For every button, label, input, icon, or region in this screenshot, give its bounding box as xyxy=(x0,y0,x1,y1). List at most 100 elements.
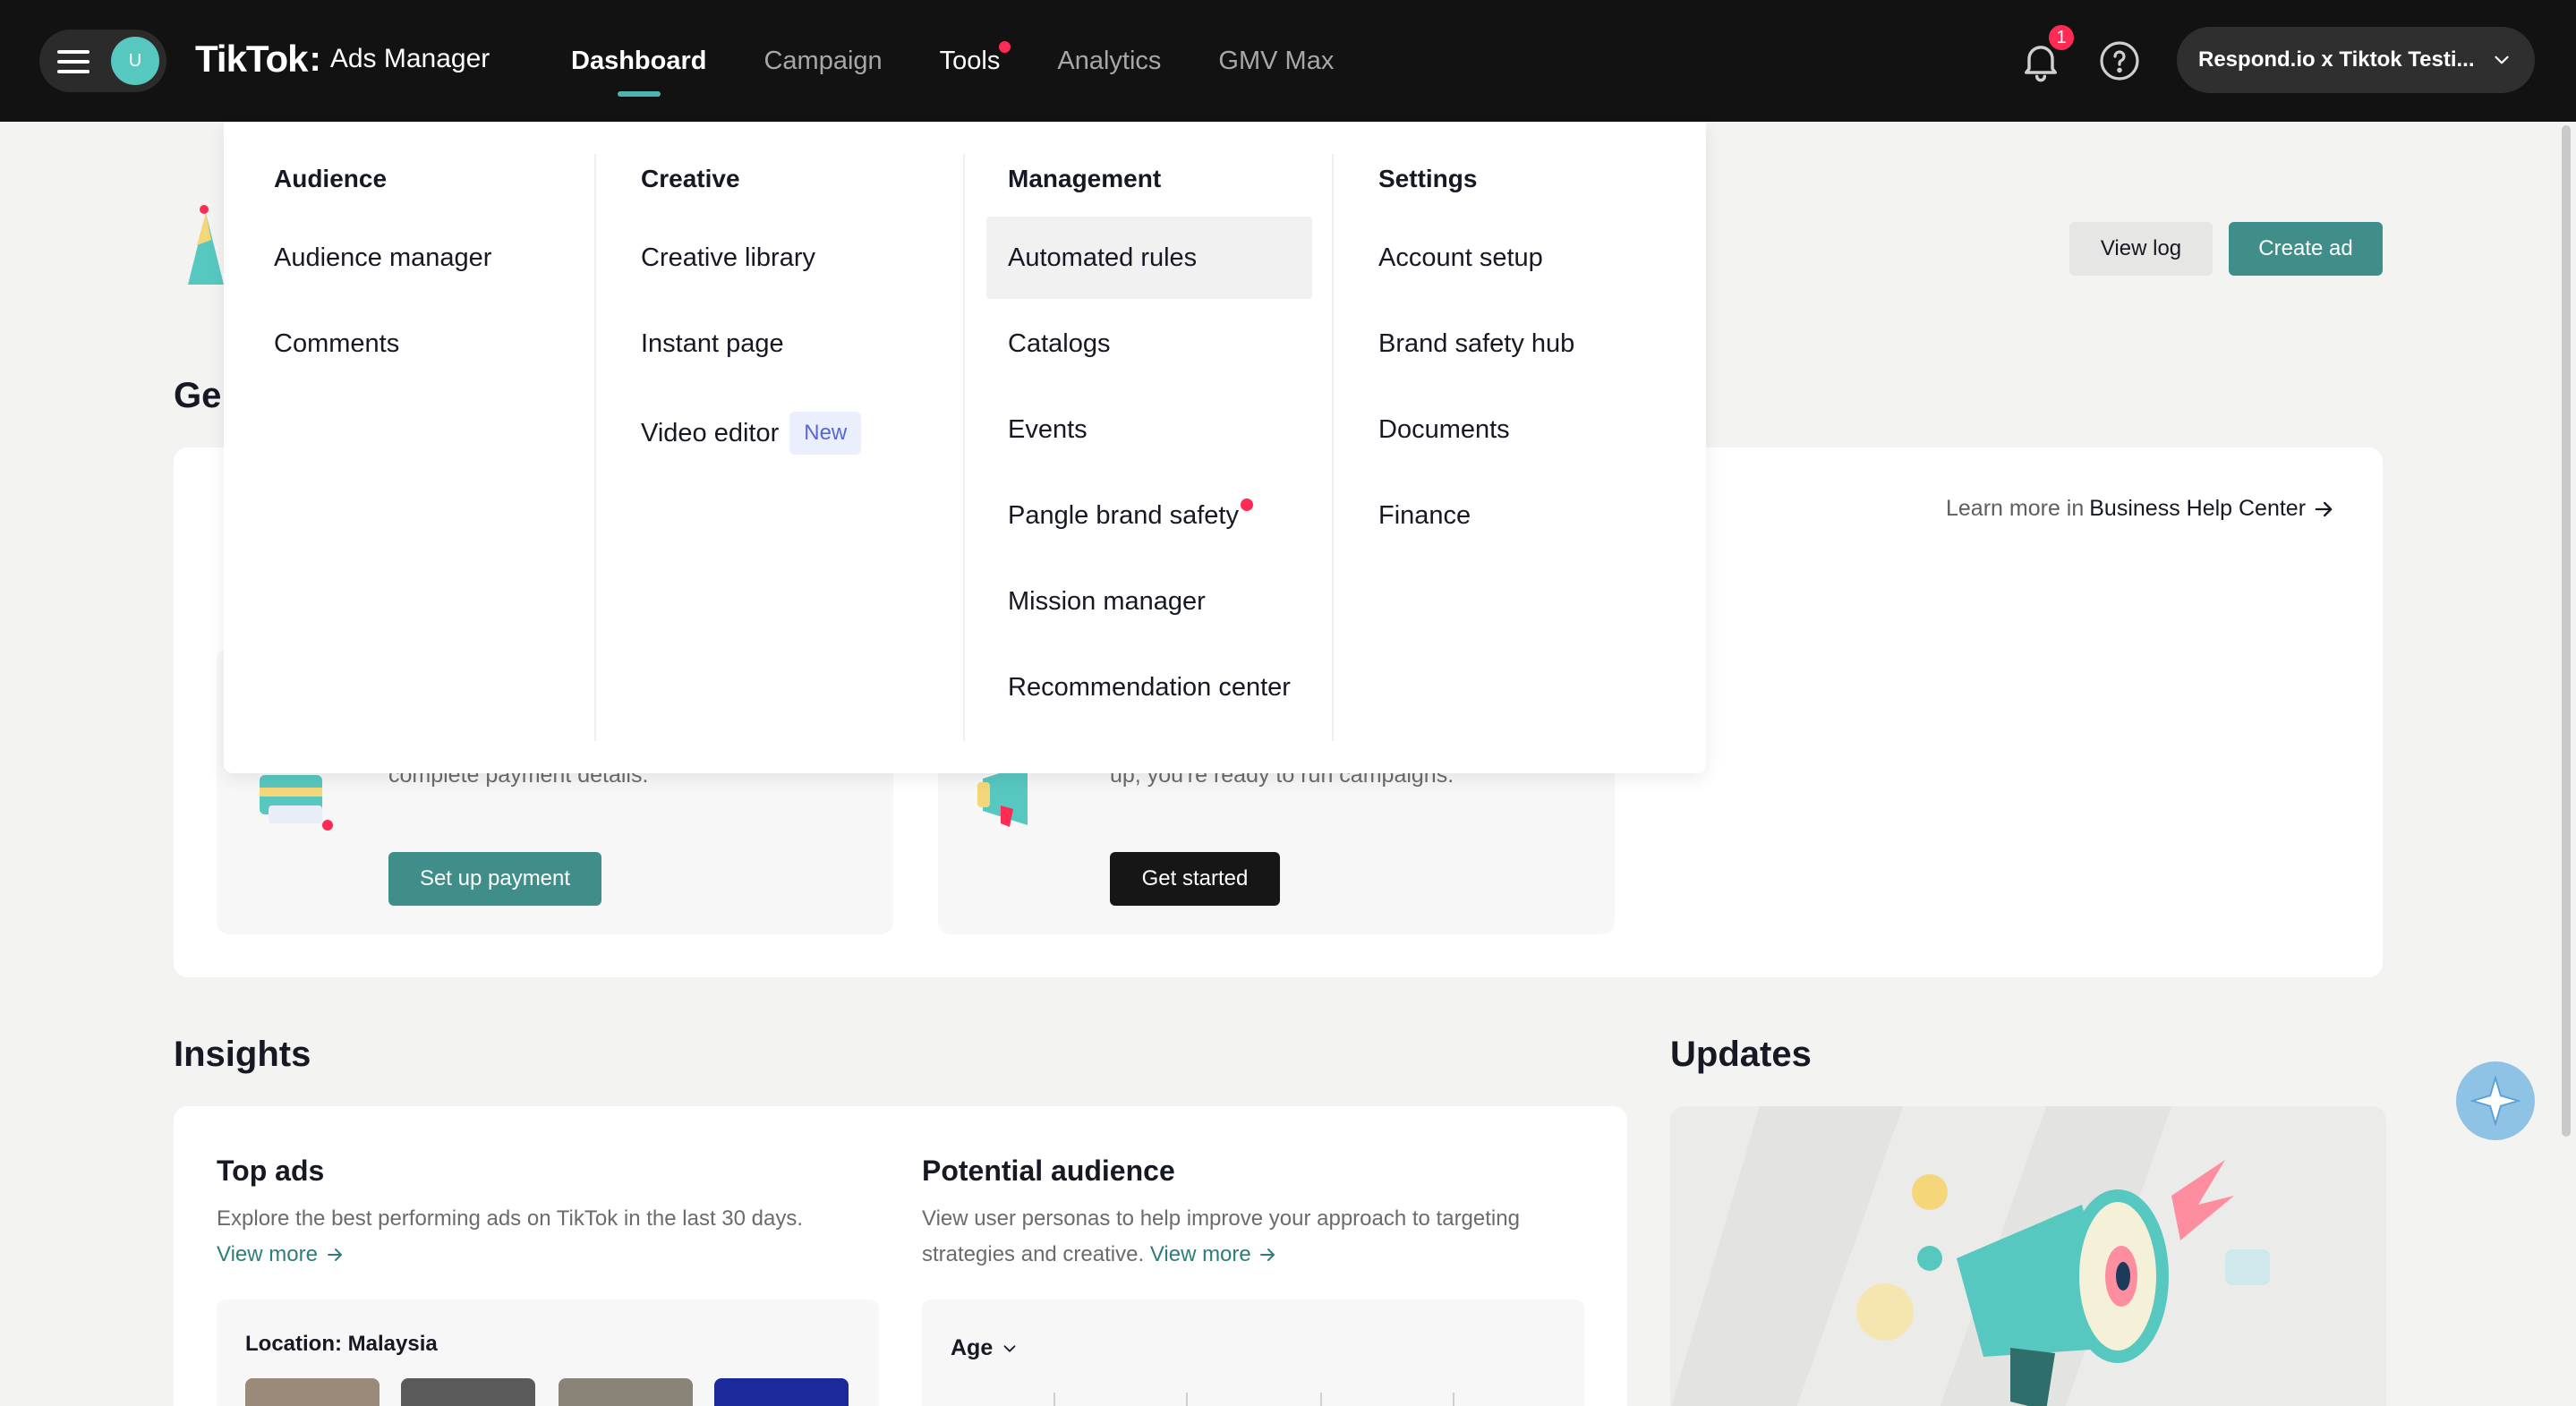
tiktok-ads-manager-logo[interactable]: TikTok : Ads Manager xyxy=(195,34,490,84)
menu-item-label: Finance xyxy=(1378,500,1471,530)
potential-audience-view-more-label: View more xyxy=(1149,1242,1251,1266)
menu-item-label: Comments xyxy=(274,328,400,358)
potential-audience-panel xyxy=(922,1299,1584,1406)
settings-section-heading: Settings xyxy=(1378,165,1478,192)
business-help-center-link[interactable]: Business Help Center xyxy=(2089,496,2306,522)
updates-card[interactable] xyxy=(1670,1106,2386,1406)
help-icon xyxy=(2100,41,2139,81)
age-filter-dropdown[interactable]: Age xyxy=(951,1335,1019,1361)
main-menu-toggle[interactable]: U xyxy=(39,30,166,92)
nav-dashboard[interactable]: Dashboard xyxy=(571,0,706,122)
menu-item-label: Automated rules xyxy=(1008,243,1198,272)
menu-item-label: Brand safety hub xyxy=(1378,328,1575,358)
menu-item-label: Recommendation center xyxy=(1008,672,1291,702)
nav-gmv-max-label: GMV Max xyxy=(1218,46,1335,75)
menu-item-creative-library[interactable]: Creative library xyxy=(619,217,837,299)
megaphone-illustration xyxy=(1671,1106,2270,1406)
nav-analytics[interactable]: Analytics xyxy=(1057,0,1161,122)
menu-item-catalogs[interactable]: Catalogs xyxy=(986,303,1131,385)
top-ad-thumbnail[interactable] xyxy=(401,1378,535,1406)
nav-campaign-label: Campaign xyxy=(763,46,883,75)
arrow-right-icon xyxy=(2315,501,2333,516)
nav-dashboard-label: Dashboard xyxy=(571,46,707,75)
creative-section-heading: Creative xyxy=(641,165,740,192)
menu-item-label: Pangle brand safety xyxy=(1008,500,1239,530)
top-bar: U TikTok : Ads Manager Dashboard Campaig… xyxy=(0,0,2576,122)
nav-gmv-max[interactable]: GMV Max xyxy=(1218,0,1334,122)
logo-brand: TikTok xyxy=(195,38,308,80)
learn-more: Learn more in Business Help Center xyxy=(1946,496,2336,522)
ai-assistant-button[interactable] xyxy=(2456,1061,2535,1140)
sparkle-icon xyxy=(2470,1076,2521,1126)
column-divider xyxy=(1332,154,1334,741)
top-ads-description: Explore the best performing ads on TikTo… xyxy=(217,1201,897,1273)
view-log-button[interactable]: View log xyxy=(2069,222,2213,276)
menu-item-label: Documents xyxy=(1378,414,1510,444)
age-filter-label: Age xyxy=(951,1335,994,1360)
menu-item-audience-manager[interactable]: Audience manager xyxy=(252,217,513,299)
hamburger-icon xyxy=(57,50,90,73)
notification-count-badge: 1 xyxy=(2046,22,2077,53)
nav-tools[interactable]: Tools xyxy=(939,0,1011,122)
menu-item-automated-rules[interactable]: Automated rules xyxy=(986,217,1312,299)
create-ad-button[interactable]: Create ad xyxy=(2229,222,2383,276)
menu-item-label: Audience manager xyxy=(274,243,492,272)
potential-audience-description-line1: View user personas to help improve your … xyxy=(922,1206,1520,1231)
potential-audience-view-more-link[interactable]: View more xyxy=(1150,1242,1279,1266)
potential-audience-description-line2: strategies and creative. xyxy=(922,1242,1145,1266)
menu-item-label: Catalogs xyxy=(1008,328,1111,358)
arrow-right-icon xyxy=(1260,1248,1275,1261)
menu-item-label: Instant page xyxy=(641,328,784,358)
insights-heading: Insights xyxy=(174,1035,311,1074)
menu-item-video-editor[interactable]: Video editor New xyxy=(619,392,883,474)
user-avatar[interactable]: U xyxy=(111,37,159,85)
menu-item-account-setup[interactable]: Account setup xyxy=(1357,217,1565,299)
nav-analytics-label: Analytics xyxy=(1057,46,1162,75)
learn-more-prefix: Learn more in xyxy=(1946,496,2085,521)
menu-item-finance[interactable]: Finance xyxy=(1357,474,1492,557)
main-nav: Dashboard Campaign Tools Analytics GMV M… xyxy=(571,0,1334,122)
menu-item-brand-safety-hub[interactable]: Brand safety hub xyxy=(1357,303,1596,385)
menu-item-label: Events xyxy=(1008,414,1088,444)
get-started-heading: Ge xyxy=(174,376,222,415)
top-ad-thumbnail[interactable] xyxy=(714,1378,849,1406)
potential-audience-title: Potential audience xyxy=(922,1155,1175,1187)
top-ads-view-more-label: View more xyxy=(217,1242,318,1266)
tools-dropdown-menu: Audience Audience manager Comments Creat… xyxy=(224,122,1706,773)
menu-item-mission-manager[interactable]: Mission manager xyxy=(986,560,1227,643)
location-label: Location: Malaysia xyxy=(245,1332,438,1356)
menu-item-comments[interactable]: Comments xyxy=(252,303,421,385)
column-divider xyxy=(963,154,965,741)
menu-item-recommendation-center[interactable]: Recommendation center xyxy=(986,646,1312,729)
logo-product: Ads Manager xyxy=(329,44,490,73)
set-up-payment-button[interactable]: Set up payment xyxy=(388,852,601,906)
chevron-down-icon xyxy=(2495,55,2509,64)
tools-notification-dot xyxy=(999,41,1011,53)
nav-tools-label: Tools xyxy=(939,46,1001,75)
logo-colon: : xyxy=(309,38,321,79)
menu-item-events[interactable]: Events xyxy=(986,388,1109,471)
top-ad-thumbnail[interactable] xyxy=(245,1378,380,1406)
top-ads-title: Top ads xyxy=(217,1155,325,1187)
menu-item-instant-page[interactable]: Instant page xyxy=(619,303,806,385)
menu-item-pangle-brand-safety[interactable]: Pangle brand safety xyxy=(986,474,1275,557)
nav-campaign[interactable]: Campaign xyxy=(763,0,882,122)
page-scrollbar[interactable] xyxy=(2562,125,2571,1137)
top-ads-description-text: Explore the best performing ads on TikTo… xyxy=(217,1206,804,1231)
audience-section-heading: Audience xyxy=(274,165,388,192)
top-ad-thumbnail[interactable] xyxy=(559,1378,693,1406)
menu-item-label: Account setup xyxy=(1378,243,1543,272)
menu-item-documents[interactable]: Documents xyxy=(1357,388,1531,471)
management-section-heading: Management xyxy=(1008,165,1162,192)
menu-item-label: Creative library xyxy=(641,243,815,272)
potential-audience-description: View user personas to help improve your … xyxy=(922,1201,1602,1273)
menu-item-label: Video editor xyxy=(641,418,780,447)
top-ads-view-more-link[interactable]: View more xyxy=(217,1242,345,1266)
get-started-button[interactable]: Get started xyxy=(1110,852,1280,906)
age-chart-gridlines xyxy=(1053,1393,1454,1406)
help-button[interactable] xyxy=(2098,39,2141,82)
welcome-illustration xyxy=(188,205,224,285)
chevron-down-icon xyxy=(1003,1344,1016,1352)
new-badge: New xyxy=(789,412,862,455)
account-switcher[interactable]: Respond.io x Tiktok Testi... xyxy=(2177,27,2535,93)
